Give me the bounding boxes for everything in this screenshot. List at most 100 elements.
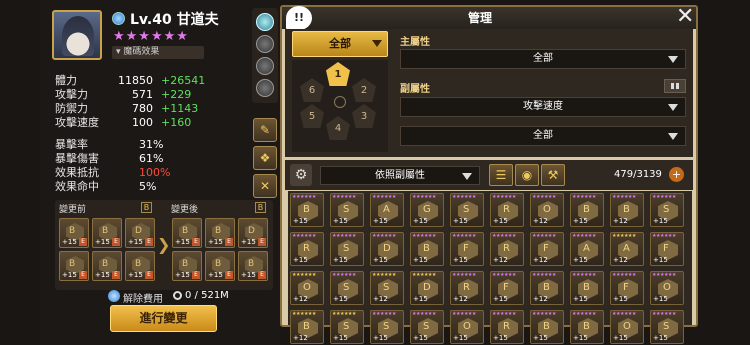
rune-stars: ★★★★★★ [452,272,476,278]
rune-item[interactable]: ★★★★★★ A +12 [610,232,644,266]
confirm-change-button[interactable]: 進行變更 [110,305,217,332]
rune-item[interactable]: ★★★★★★ R +15 [290,232,324,266]
monster-level-name: Lv.40 甘道夫 [130,9,219,29]
rune-slot[interactable]: B +15 E [172,218,202,248]
rune-item[interactable]: ★★★★★★ O +15 [650,271,684,305]
rune-item[interactable]: ★★★★★★ D +15 [370,232,404,266]
rune-stars: ★★★★★★ [412,233,436,239]
add-slots-button[interactable]: + [669,167,684,182]
rune-item[interactable]: ★★★★★★ B +12 [530,271,564,305]
gem-tool-icon[interactable]: ❖ [253,146,277,170]
rune-stars: ★★★★★★ [652,233,676,239]
help-icon[interactable]: !! [286,6,312,30]
rune-item[interactable]: ★★★★★★ R +15 [490,310,524,344]
rune-item[interactable]: ★★★★★★ B +12 [290,310,324,344]
rune-slot[interactable]: B +15 E [172,251,202,281]
rune-slot[interactable]: D +15 E [238,218,268,248]
rune-slot[interactable]: B +15 E [125,251,155,281]
before-label: 變更前 [59,205,87,215]
wizard-avatar-icon [62,16,94,56]
rune-item[interactable]: ★★★★★★ S +15 [650,310,684,344]
all-slots-button[interactable]: 全部 [292,31,388,57]
rune-item[interactable]: ★★★★★★ D +15 [410,271,444,305]
rune-item[interactable]: ★★★★★★ B +15 [570,271,604,305]
rune-item[interactable]: ★★★★★★ F +15 [650,232,684,266]
rune-stars: ★★★★★★ [292,311,316,317]
rune-item[interactable]: ★★★★★★ O +12 [530,193,564,227]
rune-item[interactable]: ★★★★★★ F +15 [610,271,644,305]
rune-item[interactable]: ★★★★★★ B +15 [570,310,604,344]
edit-tool-icon[interactable]: ✎ [253,118,277,142]
remove-tool-icon[interactable]: ✕ [253,174,277,198]
rune-item[interactable]: ★★★★★★ S +15 [450,193,484,227]
rune-slot[interactable]: B +15 E [59,218,89,248]
close-icon[interactable]: ✕ [676,4,694,29]
rune-item[interactable]: ★★★★★★ F +15 [450,232,484,266]
rune-item[interactable]: ★★★★★★ F +15 [490,271,524,305]
rune-glyph: S [423,321,430,332]
rune-item[interactable]: ★★★★★★ R +12 [490,232,524,266]
rune-item[interactable]: ★★★★★★ B +12 [610,193,644,227]
rune-stars: ★★★★★★ [492,233,516,239]
rune-item[interactable]: ★★★★★★ S +15 [330,271,364,305]
rune-level: +15 [293,217,308,225]
rune-item[interactable]: ★★★★★★ O +15 [450,310,484,344]
rune-item[interactable]: ★★★★★★ S +15 [410,310,444,344]
sort-order-icon[interactable]: ☰ [489,164,513,186]
rune-item[interactable]: ★★★★★★ B +15 [530,310,564,344]
rune-stars: ★★★★★★ [412,272,436,278]
rune-glyph: R [503,321,510,332]
main-attr-dropdown[interactable]: 全部 [400,49,686,69]
rune-level: +15 [493,334,508,342]
rune-slot[interactable]: B +15 E [238,251,268,281]
rune-item[interactable]: ★★★★★★ B +15 [290,193,324,227]
rune-item[interactable]: ★★★★★★ R +15 [490,193,524,227]
monster-portrait[interactable] [52,10,102,60]
rune-item[interactable]: ★★★★★★ S +15 [330,193,364,227]
all-slots-label: 全部 [329,37,351,50]
gear-icon[interactable]: ⚙ [290,164,312,186]
rune-item[interactable]: ★★★★★★ O +15 [610,310,644,344]
sort-dropdown[interactable]: 依照副屬性 [320,166,480,185]
stat-value: 11850 [118,74,153,87]
rune-glyph: D [248,226,255,236]
rune-slot[interactable]: B +15 E [59,251,89,281]
rune-glyph: B [69,226,76,236]
rune-glyph: B [583,321,590,332]
side-tab-2[interactable] [256,35,274,53]
rune-item[interactable]: ★★★★★★ S +15 [650,193,684,227]
rune-item[interactable]: ★★★★★★ F +12 [530,232,564,266]
rune-item[interactable]: ★★★★★★ O +12 [290,271,324,305]
stat-value: 5% [139,180,157,193]
hammer-icon[interactable]: ⚒ [541,164,565,186]
sub-attr-dropdown-1[interactable]: 攻擊速度 [400,97,686,117]
bag-icon[interactable]: ◉ [515,164,539,186]
rune-item[interactable]: ★★★★★★ S +12 [370,271,404,305]
rune-slot[interactable]: B +15 E [92,218,122,248]
rune-item[interactable]: ★★★★★★ A +15 [570,232,604,266]
rune-slot[interactable]: D +15 E [125,218,155,248]
rune-item[interactable]: ★★★★★★ A +15 [370,193,404,227]
rune-item[interactable]: ★★★★★★ B +15 [570,193,604,227]
rune-slot[interactable]: B +15 E [205,218,235,248]
sub-attr-dropdown-2[interactable]: 全部 [400,126,686,146]
stat-bonus: +1143 [161,102,199,115]
side-tab-4[interactable] [256,79,274,97]
rune-item[interactable]: ★★★★★★ G +15 [410,193,444,227]
rune-slot[interactable]: B +15 E [205,251,235,281]
rune-effect-toggle[interactable]: ▾ 魔碼效果 [112,46,204,59]
rune-item[interactable]: ★★★★★★ S +15 [330,232,364,266]
rune-slot[interactable]: B +15 E [92,251,122,281]
rune-level: +12 [533,256,548,264]
rune-item[interactable]: ★★★★★★ S +15 [370,310,404,344]
grid-view-icon[interactable] [664,79,686,93]
side-tab-3[interactable] [256,57,274,75]
rune-item[interactable]: ★★★★★★ B +15 [410,232,444,266]
side-tab-1[interactable] [256,13,274,31]
rune-stars: ★★★★★★ [532,311,556,317]
rune-level: +15 [413,295,428,303]
rune-item[interactable]: ★★★★★★ R +12 [450,271,484,305]
rune-item[interactable]: ★★★★★★ S +15 [330,310,364,344]
rune-level: +15 [653,334,668,342]
rune-level: +12 [613,256,628,264]
